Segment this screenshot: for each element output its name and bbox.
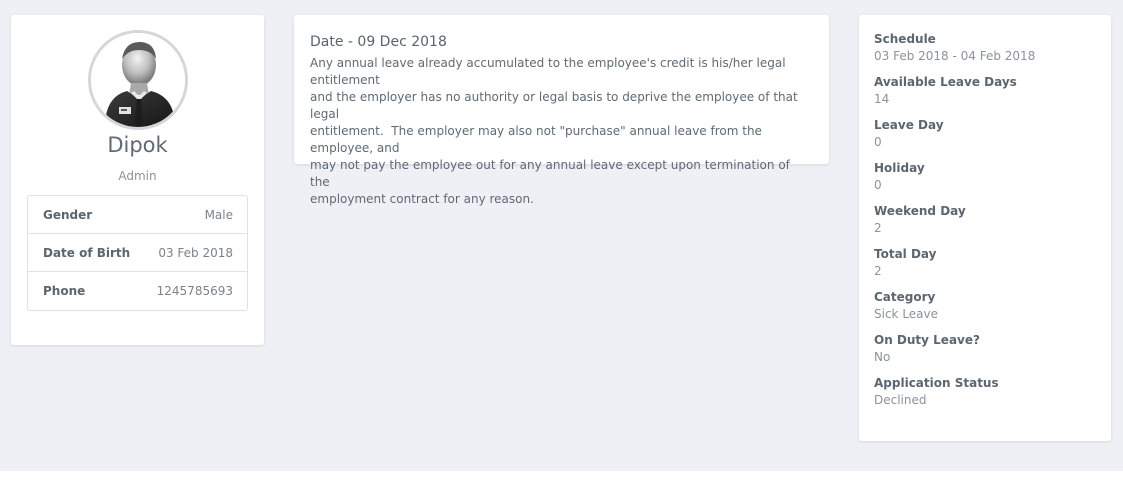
info-label: Gender — [43, 207, 93, 222]
detail-label: Available Leave Days — [874, 75, 1017, 89]
profile-info-table: Gender Male Date of Birth 03 Feb 2018 Ph… — [27, 195, 248, 311]
detail-value: 03 Feb 2018 - 04 Feb 2018 — [874, 49, 1036, 63]
detail-label: Schedule — [874, 32, 936, 46]
info-row-phone: Phone 1245785693 — [28, 272, 247, 310]
detail-value: 0 — [874, 178, 882, 192]
detail-weekend-day: Weekend Day 2 — [874, 203, 1096, 237]
detail-value: No — [874, 350, 891, 364]
info-row-date-of-birth: Date of Birth 03 Feb 2018 — [28, 234, 247, 272]
message-date: Date - 09 Dec 2018 — [310, 34, 447, 50]
detail-leave-day: Leave Day 0 — [874, 117, 1096, 151]
detail-value: Sick Leave — [874, 307, 939, 321]
detail-value: Declined — [874, 393, 927, 407]
detail-value: 2 — [874, 221, 882, 235]
user-avatar-icon — [91, 33, 185, 127]
info-value: Male — [204, 207, 233, 222]
detail-holiday: Holiday 0 — [874, 160, 1096, 194]
info-label: Phone — [43, 284, 86, 298]
info-row-gender: Gender Male — [28, 196, 247, 234]
detail-application-status: Application Status Declined — [874, 375, 1096, 409]
avatar — [88, 30, 188, 130]
detail-label: Leave Day — [874, 118, 944, 132]
detail-category: Category Sick Leave — [874, 289, 1096, 323]
detail-available-leave-days: Available Leave Days 14 — [874, 74, 1096, 108]
detail-total-day: Total Day 2 — [874, 246, 1096, 280]
detail-value: 0 — [874, 135, 882, 149]
profile-name: Dipok — [107, 133, 168, 157]
info-label: Date of Birth — [43, 245, 131, 260]
page-background: Dipok Admin Gender Male Date of Birth 03… — [0, 0, 1123, 471]
detail-value: 2 — [874, 264, 882, 278]
leave-message-card: Date - 09 Dec 2018 Any annual leave alre… — [294, 15, 829, 206]
info-value: 1245785693 — [156, 284, 233, 298]
profile-card: Dipok Admin Gender Male Date of Birth 03… — [11, 15, 264, 345]
info-value: 03 Feb 2018 — [158, 245, 233, 260]
detail-on-duty-leave: On Duty Leave? No — [874, 332, 1096, 366]
profile-role: Admin — [118, 169, 157, 183]
detail-label: On Duty Leave? — [874, 333, 980, 347]
detail-label: Category — [874, 290, 936, 304]
detail-label: Holiday — [874, 161, 925, 175]
detail-schedule: Schedule 03 Feb 2018 - 04 Feb 2018 — [874, 31, 1096, 65]
leave-details-card: Schedule 03 Feb 2018 - 04 Feb 2018 Avail… — [859, 15, 1111, 441]
detail-value: 14 — [874, 92, 890, 106]
detail-label: Total Day — [874, 247, 937, 261]
detail-label: Application Status — [874, 376, 999, 390]
detail-label: Weekend Day — [874, 204, 966, 218]
message-body: Any annual leave already accumulated to … — [310, 56, 798, 206]
